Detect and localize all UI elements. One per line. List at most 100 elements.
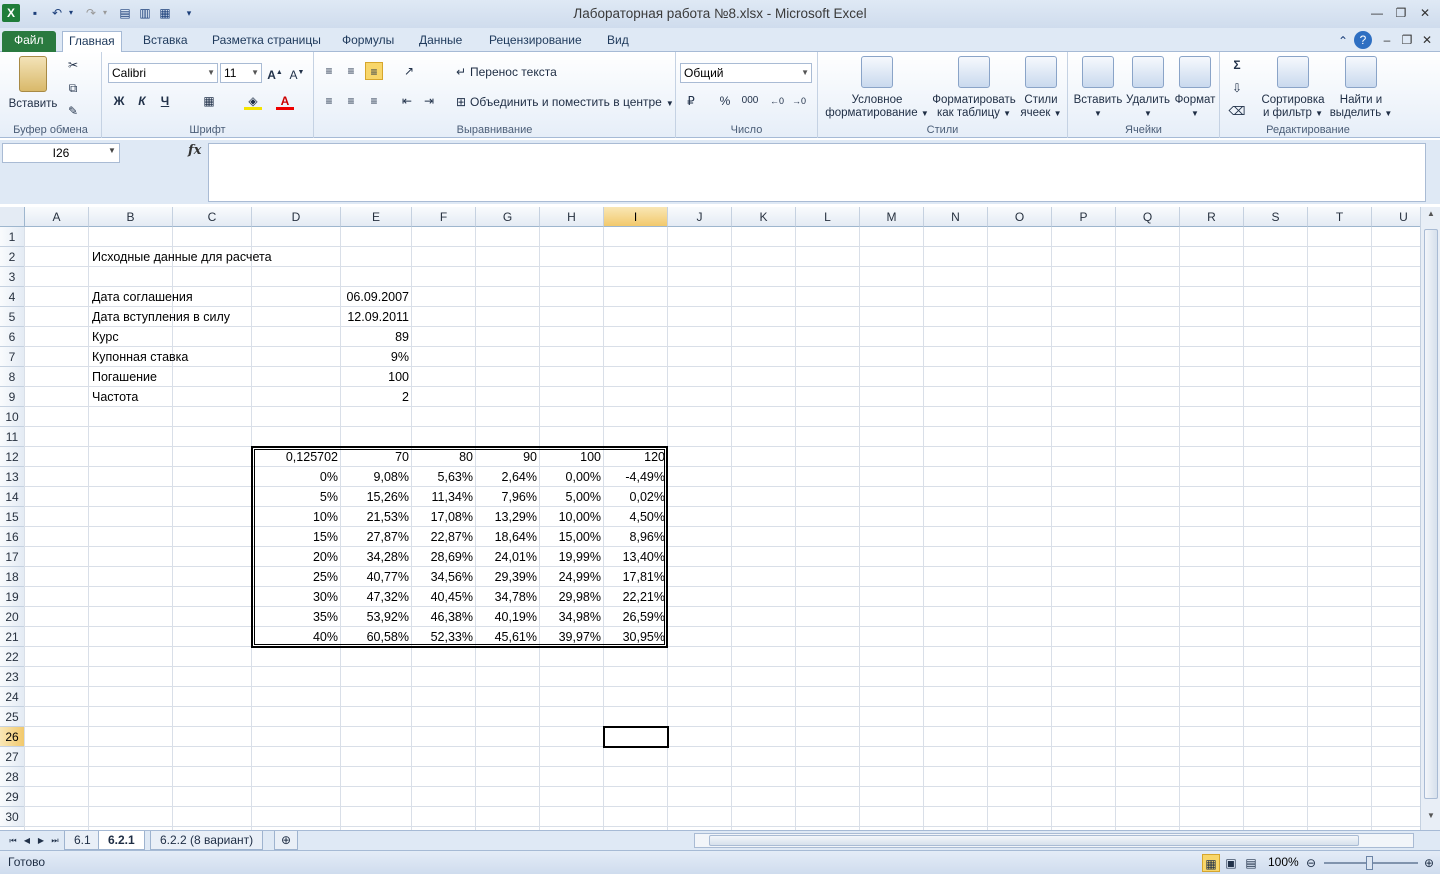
column-header-n[interactable]: N (924, 207, 988, 227)
insert-sheet-icon[interactable]: ⊕ (274, 831, 299, 850)
row-header-26[interactable]: 26 (0, 727, 25, 747)
column-header-r[interactable]: R (1180, 207, 1244, 227)
horizontal-scrollbar[interactable] (694, 833, 1414, 848)
orientation-icon[interactable]: ↗ (400, 62, 418, 80)
row-header-21[interactable]: 21 (0, 627, 25, 647)
column-header-q[interactable]: Q (1116, 207, 1180, 227)
fill-icon[interactable]: ⇩ (1228, 79, 1246, 97)
increase-indent-icon[interactable]: ⇥ (420, 92, 438, 110)
collapse-ribbon-icon[interactable]: ⌃ (1334, 32, 1352, 50)
column-header-m[interactable]: M (860, 207, 924, 227)
row-header-10[interactable]: 10 (0, 407, 25, 427)
vertical-scroll-thumb[interactable] (1424, 229, 1438, 799)
select-all-corner[interactable] (0, 207, 25, 227)
row-header-2[interactable]: 2 (0, 247, 25, 267)
tab-review[interactable]: Рецензирование (483, 31, 588, 52)
row-header-13[interactable]: 13 (0, 467, 25, 487)
row-header-23[interactable]: 23 (0, 667, 25, 687)
page-layout-view-icon[interactable]: ▣ (1222, 854, 1240, 872)
close-icon[interactable]: ✕ (1414, 4, 1436, 22)
wb-close-icon[interactable]: ✕ (1416, 31, 1438, 49)
zoom-in-icon[interactable]: ⊕ (1420, 854, 1438, 872)
decrease-decimal-icon[interactable]: →0 (790, 92, 808, 110)
row-header-24[interactable]: 24 (0, 687, 25, 707)
zoom-slider-thumb[interactable] (1366, 856, 1373, 870)
tab-data[interactable]: Данные (413, 31, 468, 52)
align-left-icon[interactable]: ≡ (320, 92, 338, 110)
tab-view[interactable]: Вид (601, 31, 635, 52)
wrap-text-button[interactable]: ↵ Перенос текста (452, 62, 557, 82)
row-header-6[interactable]: 6 (0, 327, 25, 347)
row-header-12[interactable]: 12 (0, 447, 25, 467)
column-header-c[interactable]: C (173, 207, 252, 227)
format-cells-button[interactable]: Формат ▼ (1172, 56, 1218, 120)
scroll-down-icon[interactable]: ▼ (1423, 811, 1439, 825)
restore-icon[interactable]: ❐ (1390, 4, 1412, 22)
sheet-tab-6-2-1[interactable]: 6.2.1 (98, 831, 145, 850)
last-sheet-icon[interactable]: ⏭ (46, 832, 64, 850)
italic-button[interactable]: К (133, 92, 151, 110)
column-header-s[interactable]: S (1244, 207, 1308, 227)
tab-insert[interactable]: Вставка (137, 31, 194, 52)
sheet-tab-6-2-2[interactable]: 6.2.2 (8 вариант) (150, 831, 264, 850)
align-middle-icon[interactable]: ≡ (342, 62, 360, 80)
row-header-18[interactable]: 18 (0, 567, 25, 587)
row-header-7[interactable]: 7 (0, 347, 25, 367)
cut-icon[interactable]: ✂ (64, 56, 82, 74)
underline-button[interactable]: Ч (156, 92, 174, 110)
font-name-combo[interactable]: Calibri ▼ (108, 63, 218, 83)
tab-formulas[interactable]: Формулы (336, 31, 400, 52)
currency-icon[interactable]: ₽ (682, 92, 700, 110)
zoom-out-icon[interactable]: ⊖ (1302, 854, 1320, 872)
column-header-p[interactable]: P (1052, 207, 1116, 227)
scroll-up-icon[interactable]: ▲ (1423, 209, 1439, 223)
row-header-4[interactable]: 4 (0, 287, 25, 307)
number-format-combo[interactable]: Общий ▼ (680, 63, 812, 83)
format-painter-icon[interactable]: ✎ (64, 102, 82, 120)
row-header-19[interactable]: 19 (0, 587, 25, 607)
zoom-level[interactable]: 100% (1268, 855, 1299, 869)
horizontal-scroll-thumb[interactable] (709, 835, 1359, 846)
wb-restore-icon[interactable]: ❐ (1396, 31, 1418, 49)
row-header-16[interactable]: 16 (0, 527, 25, 547)
font-size-combo[interactable]: 11 ▼ (220, 63, 262, 83)
name-box-dropdown-icon[interactable]: ▼ (108, 146, 116, 155)
conditional-formatting-button[interactable]: Условное форматирование ▼ (824, 56, 930, 120)
align-center-icon[interactable]: ≡ (342, 92, 360, 110)
find-select-button[interactable]: Найти и выделить ▼ (1328, 56, 1394, 120)
name-box[interactable]: I26 (2, 143, 120, 163)
minimize-icon[interactable]: — (1366, 4, 1388, 22)
row-header-20[interactable]: 20 (0, 607, 25, 627)
formula-input[interactable] (208, 143, 1426, 202)
column-header-e[interactable]: E (341, 207, 412, 227)
column-header-d[interactable]: D (252, 207, 341, 227)
row-header-5[interactable]: 5 (0, 307, 25, 327)
autosum-button[interactable]: Σ (1228, 56, 1246, 74)
vertical-scrollbar[interactable]: ▲ ▼ (1420, 207, 1440, 830)
paste-button[interactable]: Вставить (4, 56, 62, 111)
align-bottom-icon[interactable]: ≡ (365, 62, 383, 80)
normal-view-icon[interactable]: ▦ (1202, 854, 1220, 872)
decrease-indent-icon[interactable]: ⇤ (398, 92, 416, 110)
row-header-25[interactable]: 25 (0, 707, 25, 727)
row-header-3[interactable]: 3 (0, 267, 25, 287)
column-header-i[interactable]: I (604, 207, 668, 227)
thousands-button[interactable]: 000 (738, 92, 762, 110)
help-icon[interactable]: ? (1354, 31, 1372, 49)
tab-file[interactable]: Файл (2, 31, 56, 52)
column-header-t[interactable]: T (1308, 207, 1372, 227)
row-header-8[interactable]: 8 (0, 367, 25, 387)
percent-button[interactable]: % (716, 92, 734, 110)
column-header-g[interactable]: G (476, 207, 540, 227)
font-color-icon[interactable]: A (276, 92, 294, 110)
cell-styles-button[interactable]: Стили ячеек ▼ (1018, 56, 1064, 120)
row-header-9[interactable]: 9 (0, 387, 25, 407)
page-break-view-icon[interactable]: ▤ (1242, 854, 1260, 872)
format-as-table-button[interactable]: Форматировать как таблицу ▼ (930, 56, 1018, 120)
copy-icon[interactable]: ⧉ (64, 79, 82, 97)
column-header-k[interactable]: K (732, 207, 796, 227)
worksheet-grid[interactable]: ABCDEFGHIJKLMNOPQRSTU 1 2 3 4 5 6 7 8 9 10 11 12 13 1… (0, 207, 1420, 830)
clear-icon[interactable]: ⌫ (1228, 102, 1246, 120)
column-header-l[interactable]: L (796, 207, 860, 227)
row-header-28[interactable]: 28 (0, 767, 25, 787)
